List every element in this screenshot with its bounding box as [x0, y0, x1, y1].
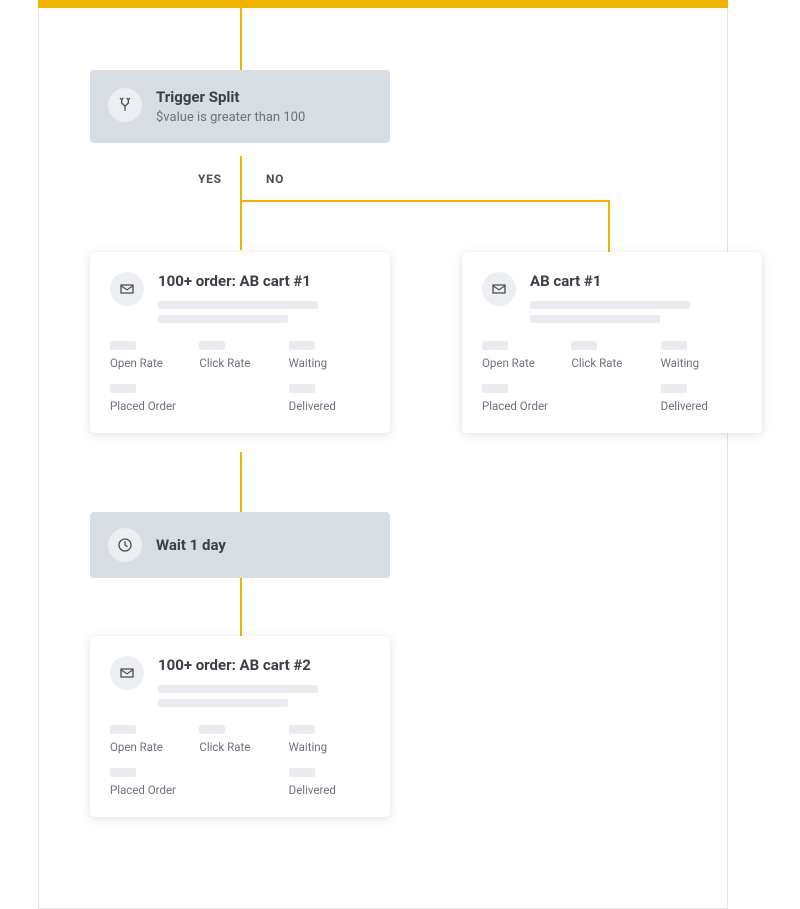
email-title: AB cart #1 — [530, 272, 742, 291]
trigger-condition: $value is greater than 100 — [156, 110, 305, 125]
connector-line — [240, 8, 242, 70]
branch-label-yes: YES — [198, 172, 222, 186]
clock-icon — [108, 528, 142, 562]
metric-label: Click Rate — [199, 740, 280, 754]
metric-label: Open Rate — [482, 356, 563, 370]
mail-icon — [110, 656, 144, 690]
metric-label: Waiting — [661, 356, 742, 370]
branch-label-no: NO — [266, 172, 284, 186]
mail-icon — [482, 272, 516, 306]
metric-label: Placed Order — [110, 399, 191, 413]
connector-line — [240, 200, 610, 202]
connector-line — [240, 576, 242, 636]
split-icon — [108, 88, 142, 122]
metric-label: Open Rate — [110, 356, 191, 370]
email-title: 100+ order: AB cart #2 — [158, 656, 370, 675]
email-metrics: Open Rate Click Rate Waiting Placed Orde… — [110, 725, 370, 797]
metric-label: Delivered — [289, 783, 370, 797]
metric-label: Delivered — [661, 399, 742, 413]
email-metrics: Open Rate Click Rate Waiting Placed Orde… — [482, 341, 742, 413]
metric-label: Waiting — [289, 740, 370, 754]
canvas-top-accent — [38, 0, 728, 8]
mail-icon — [110, 272, 144, 306]
email-node-yes-2[interactable]: 100+ order: AB cart #2 Open Rate Click R… — [90, 636, 390, 817]
email-node-yes-1[interactable]: 100+ order: AB cart #1 Open Rate Click R… — [90, 252, 390, 433]
metric-label: Click Rate — [571, 356, 652, 370]
email-metrics: Open Rate Click Rate Waiting Placed Orde… — [110, 341, 370, 413]
wait-label: Wait 1 day — [156, 536, 226, 555]
email-title: 100+ order: AB cart #1 — [158, 272, 370, 291]
email-node-no-1[interactable]: AB cart #1 Open Rate Click Rate Waiting … — [462, 252, 762, 433]
wait-node[interactable]: Wait 1 day — [90, 512, 390, 578]
metric-label: Waiting — [289, 356, 370, 370]
connector-line — [608, 200, 610, 252]
trigger-split-node[interactable]: Trigger Split $value is greater than 100 — [90, 70, 390, 143]
metric-label: Placed Order — [482, 399, 563, 413]
trigger-title: Trigger Split — [156, 88, 305, 107]
metric-label: Open Rate — [110, 740, 191, 754]
connector-line — [240, 452, 242, 512]
metric-label: Delivered — [289, 399, 370, 413]
connector-line — [240, 156, 242, 250]
metric-label: Click Rate — [199, 356, 280, 370]
metric-label: Placed Order — [110, 783, 191, 797]
